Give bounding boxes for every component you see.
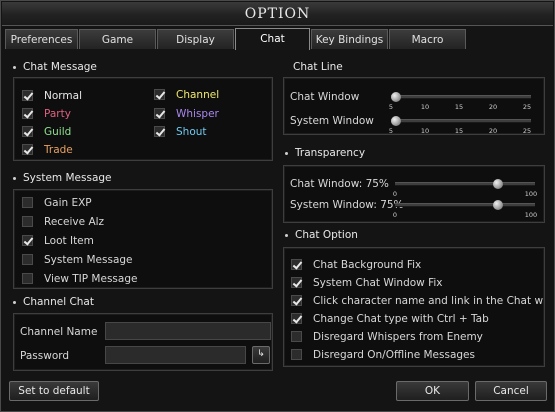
bullet-icon (285, 233, 288, 237)
chat-line-slider-1-label: System Window (290, 115, 374, 127)
transparency-slider-1-knob[interactable] (492, 200, 503, 210)
chat-opt-3-label: Change Chat type with Ctrl + Tab (313, 313, 489, 325)
chat-line-slider-0-tick: 10 (420, 103, 430, 111)
sys-msg-1-checkbox[interactable] (22, 216, 33, 227)
chat-option-title: Chat Option (285, 228, 358, 242)
chat-msg-trade-label: Trade (44, 144, 73, 156)
chat-line-slider-0-label: Chat Window (290, 91, 360, 103)
sys-msg-2-checkbox[interactable] (22, 235, 33, 246)
chat-opt-2-checkbox[interactable] (291, 295, 302, 306)
bullet-icon (13, 300, 16, 304)
sys-msg-2-label: Loot Item (44, 235, 94, 247)
channel-name-label: Channel Name (20, 326, 98, 338)
transparency-slider-0-tick: 0 (392, 190, 398, 198)
bullet-icon (13, 65, 16, 69)
chat-line-slider-1-tick: 5 (388, 127, 394, 135)
tab-chat[interactable]: Chat (235, 28, 310, 50)
chat-line-title: Chat Line (293, 61, 343, 73)
transparency-slider-0-tick: 100 (524, 190, 538, 198)
chat-opt-5-checkbox[interactable] (291, 349, 302, 360)
chat-line-slider-1-tick: 10 (420, 127, 430, 135)
chat-opt-1-checkbox[interactable] (291, 277, 302, 288)
sys-msg-0-checkbox[interactable] (22, 197, 33, 208)
channel-name-input[interactable] (105, 322, 271, 340)
option-window: OPTION Preferences Game Display Chat Key… (0, 0, 555, 412)
transparency-slider-0-track[interactable] (395, 182, 535, 186)
chat-msg-guild-label: Guild (44, 126, 72, 138)
chat-opt-4-checkbox[interactable] (291, 331, 302, 342)
chat-msg-party-checkbox[interactable] (22, 108, 33, 119)
sys-msg-4-checkbox[interactable] (22, 273, 33, 284)
transparency-slider-0-knob[interactable] (492, 179, 503, 189)
set-to-default-button[interactable]: Set to default (9, 381, 99, 401)
transparency-slider-0-label: Chat Window: 75% (290, 178, 389, 190)
chat-option-panel: Chat Background Fix System Chat Window Fi… (283, 247, 545, 367)
transparency-panel (283, 165, 545, 223)
chat-opt-0-checkbox[interactable] (291, 259, 302, 270)
transparency-title-text: Transparency (295, 147, 366, 159)
chat-opt-2-label: Click character name and link in the Cha… (313, 295, 544, 307)
chat-opt-0-label: Chat Background Fix (313, 259, 422, 271)
chat-msg-shout-label: Shout (176, 126, 207, 138)
chat-msg-normal-checkbox[interactable] (22, 90, 33, 101)
chat-msg-trade-checkbox[interactable] (22, 144, 33, 155)
chat-opt-5-label: Disregard On/Offline Messages (313, 349, 475, 361)
transparency-slider-1-track[interactable] (395, 203, 535, 207)
chat-opt-1-label: System Chat Window Fix (313, 277, 443, 289)
transparency-slider-1-tick: 0 (392, 211, 398, 219)
transparency-title: Transparency (285, 146, 365, 160)
tab-macro[interactable]: Macro (389, 29, 466, 49)
chat-msg-shout-checkbox[interactable] (154, 126, 165, 137)
transparency-slider-1-tick: 100 (524, 211, 538, 219)
chat-msg-whisper-checkbox[interactable] (154, 108, 165, 119)
chat-option-title-text: Chat Option (295, 229, 358, 241)
chat-opt-3-checkbox[interactable] (291, 313, 302, 324)
chat-line-slider-1-tick: 15 (454, 127, 464, 135)
bullet-icon (285, 151, 288, 155)
chat-line-slider-0-tick: 25 (522, 103, 532, 111)
password-label: Password (20, 350, 70, 362)
sys-msg-0-label: Gain EXP (44, 197, 92, 209)
chat-message-title-text: Chat Message (23, 61, 97, 73)
chat-line-slider-0-tick: 15 (454, 103, 464, 111)
chat-line-slider-0-tick: 20 (488, 103, 498, 111)
system-message-title: System Message (13, 171, 112, 185)
chat-line-slider-0-knob[interactable] (391, 92, 401, 102)
chat-message-title: Chat Message (13, 60, 97, 74)
chat-line-slider-0-track[interactable] (391, 95, 531, 99)
password-apply-button[interactable]: ↳ (252, 346, 270, 364)
sys-msg-3-label: System Message (44, 254, 133, 266)
chat-line-slider-1-tick: 25 (522, 127, 532, 135)
chat-opt-4-label: Disregard Whispers from Enemy (313, 331, 483, 343)
chat-line-slider-0-tick: 5 (388, 103, 394, 111)
sys-msg-4-label: View TIP Message (44, 273, 138, 285)
chat-line-slider-1-track[interactable] (391, 119, 531, 123)
transparency-slider-1-label: System Window: 75% (290, 199, 404, 211)
tab-key-bindings[interactable]: Key Bindings (311, 29, 388, 49)
tab-display[interactable]: Display (157, 29, 234, 49)
chat-msg-normal-label: Normal (44, 90, 82, 102)
chat-msg-guild-checkbox[interactable] (22, 126, 33, 137)
password-input[interactable] (105, 346, 246, 364)
chat-msg-channel-checkbox[interactable] (154, 89, 165, 100)
cancel-button[interactable]: Cancel (475, 381, 547, 401)
system-message-title-text: System Message (23, 172, 112, 184)
bullet-icon (13, 176, 16, 180)
chat-line-slider-1-knob[interactable] (391, 116, 401, 126)
enter-icon: ↳ (257, 349, 265, 359)
chat-line-slider-1-tick: 20 (488, 127, 498, 135)
sys-msg-1-label: Receive Alz (44, 216, 105, 228)
tab-game[interactable]: Game (79, 29, 156, 49)
channel-chat-title: Channel Chat (13, 295, 94, 309)
sys-msg-3-checkbox[interactable] (22, 254, 33, 265)
tab-preferences[interactable]: Preferences (5, 29, 78, 49)
ok-button[interactable]: OK (396, 381, 469, 401)
chat-msg-party-label: Party (44, 108, 71, 120)
window-title: OPTION (2, 2, 553, 26)
chat-msg-channel-label: Channel (176, 89, 220, 101)
channel-chat-title-text: Channel Chat (23, 296, 94, 308)
chat-msg-whisper-label: Whisper (176, 108, 219, 120)
